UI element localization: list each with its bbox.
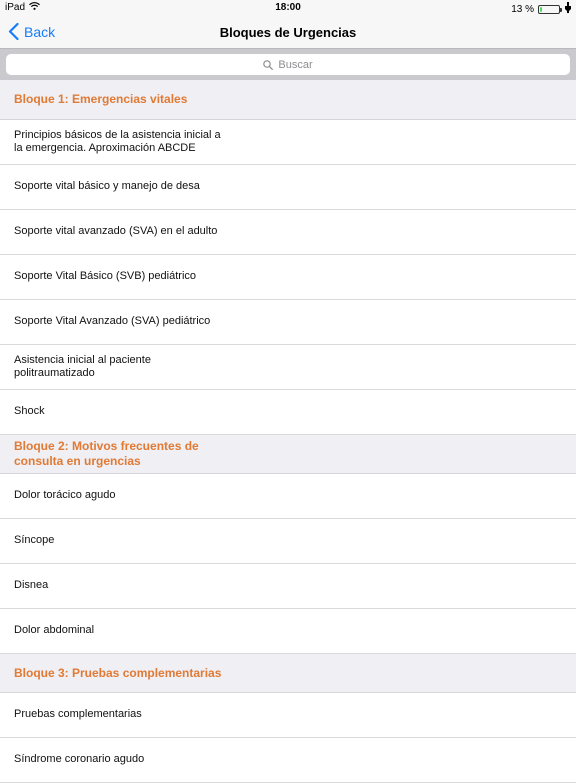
- battery-level: [540, 6, 542, 12]
- list-item[interactable]: Síncope: [0, 519, 576, 564]
- status-bar: iPad 18:00 13 %: [0, 0, 576, 16]
- search-input[interactable]: Buscar: [6, 54, 570, 75]
- list-item[interactable]: Dolor abdominal: [0, 609, 576, 654]
- list-item[interactable]: Shock: [0, 390, 576, 435]
- status-time: 18:00: [275, 2, 301, 13]
- list-item[interactable]: Principios básicos de la asistencia inic…: [0, 120, 576, 165]
- battery-icon: [538, 4, 562, 14]
- navigation-bar: Back Bloques de Urgencias: [0, 16, 576, 48]
- bloques-list: Bloque 1: Emergencias vitales Principios…: [0, 80, 576, 783]
- search-placeholder: Buscar: [278, 58, 313, 71]
- section-header: Bloque 2: Motivos frecuentes de consulta…: [0, 435, 576, 474]
- battery-percent: 13 %: [511, 3, 534, 15]
- list-item[interactable]: Soporte Vital Básico (SVB) pediátrico: [0, 255, 576, 300]
- list-item[interactable]: Soporte vital avanzado (SVA) en el adult…: [0, 210, 576, 255]
- list-item[interactable]: Soporte Vital Avanzado (SVA) pediátrico: [0, 300, 576, 345]
- charging-icon: [564, 2, 572, 16]
- section-header: Bloque 3: Pruebas complementarias: [0, 654, 576, 693]
- list-item[interactable]: Dolor torácico agudo: [0, 474, 576, 519]
- list-item[interactable]: Soporte vital básico y manejo de desa: [0, 165, 576, 210]
- search-icon: [263, 59, 274, 70]
- section-header: Bloque 1: Emergencias vitales: [0, 80, 576, 120]
- list-item[interactable]: Pruebas complementarias: [0, 693, 576, 738]
- list-item[interactable]: Asistencia inicial al paciente politraum…: [0, 345, 576, 390]
- page-title: Bloques de Urgencias: [219, 25, 357, 40]
- list-item[interactable]: Disnea: [0, 564, 576, 609]
- list-item[interactable]: Síndrome coronario agudo: [0, 738, 576, 783]
- search-bar: Buscar: [0, 48, 576, 80]
